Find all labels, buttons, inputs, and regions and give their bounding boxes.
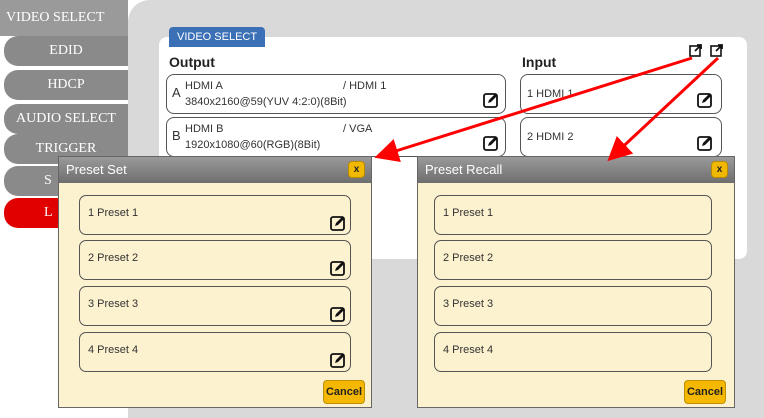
edit-icon[interactable] [330,260,346,276]
close-icon[interactable]: x [711,161,728,178]
cancel-button[interactable]: Cancel [684,380,726,404]
output-title: Output [169,54,215,70]
preset-recall-item-2[interactable]: 2 Preset 2 [434,240,712,280]
card-tab: VIDEO SELECT [169,27,266,47]
preset-set-item-1[interactable]: 1 Preset 1 [79,195,351,235]
preset-set-item-4[interactable]: 4 Preset 4 [79,332,351,372]
sidebar-item-hdcp[interactable]: HDCP [4,70,128,100]
dialog-title: Preset Recall [418,157,734,183]
output-format: 1920x1080@60(RGB)(8Bit) [185,139,321,151]
preset-label: 1 Preset 1 [443,207,494,219]
preset-label: 4 Preset 4 [88,344,139,356]
edit-icon[interactable] [483,135,499,151]
sidebar-item-edid[interactable]: EDID [4,36,128,66]
output-name: HDMI A [185,80,223,92]
preset-label: 3 Preset 3 [88,298,139,310]
output-source: / HDMI 1 [343,80,387,92]
preset-label: 1 Preset 1 [88,207,139,219]
edit-icon[interactable] [330,352,346,368]
output-letter: B [172,128,181,143]
close-icon[interactable]: x [348,161,365,178]
input-label: 2 HDMI 2 [527,131,574,143]
preset-recall-icon[interactable] [710,43,724,57]
input-row-1[interactable]: 1 HDMI 1 [520,74,722,114]
preset-set-icon[interactable] [689,43,703,57]
preset-recall-item-1[interactable]: 1 Preset 1 [434,195,712,235]
output-letter: A [172,85,181,100]
cancel-button[interactable]: Cancel [323,380,365,404]
edit-icon[interactable] [697,92,713,108]
preset-set-item-3[interactable]: 3 Preset 3 [79,286,351,326]
edit-icon[interactable] [697,135,713,151]
preset-label: 4 Preset 4 [443,344,494,356]
output-row-a[interactable]: A HDMI A / HDMI 1 3840x2160@59(YUV 4:2:0… [166,74,506,114]
sidebar-item-audio-select[interactable]: AUDIO SELECT [4,104,128,134]
edit-icon[interactable] [330,306,346,322]
output-source: / VGA [343,123,373,135]
sidebar-item-video-select[interactable]: VIDEO SELECT [0,0,128,36]
input-title: Input [522,54,557,70]
edit-icon[interactable] [483,92,499,108]
input-label: 1 HDMI 1 [527,88,574,100]
preset-recall-dialog: Preset Recall x 1 Preset 1 2 Preset 2 3 … [417,156,735,408]
edit-icon[interactable] [330,215,346,231]
preset-recall-item-3[interactable]: 3 Preset 3 [434,286,712,326]
preset-set-dialog: Preset Set x 1 Preset 1 2 Preset 2 3 Pre… [58,156,372,408]
preset-label: 3 Preset 3 [443,298,494,310]
preset-label: 2 Preset 2 [88,252,139,264]
input-row-2[interactable]: 2 HDMI 2 [520,117,722,157]
preset-label: 2 Preset 2 [443,252,494,264]
preset-recall-item-4[interactable]: 4 Preset 4 [434,332,712,372]
output-format: 3840x2160@59(YUV 4:2:0)(8Bit) [185,96,347,108]
output-name: HDMI B [185,123,224,135]
preset-set-item-2[interactable]: 2 Preset 2 [79,240,351,280]
output-row-b[interactable]: B HDMI B / VGA 1920x1080@60(RGB)(8Bit) [166,117,506,157]
dialog-title: Preset Set [59,157,371,183]
